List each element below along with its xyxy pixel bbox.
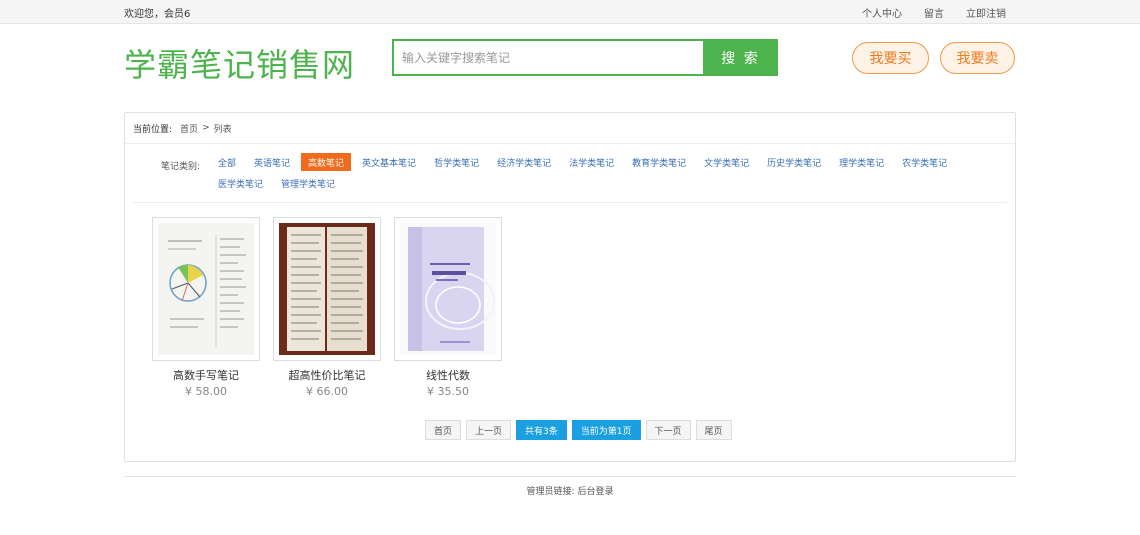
category-english[interactable]: 英语笔记 [247, 153, 297, 171]
category-medicine[interactable]: 医学类笔记 [211, 174, 270, 192]
category-agriculture[interactable]: 农学类笔记 [895, 153, 954, 171]
personal-center-link[interactable]: 个人中心 [862, 5, 902, 20]
search-bar: 输入关键字搜索笔记 搜 索 [392, 39, 778, 76]
textbook-cover-image [400, 223, 496, 355]
total-count-badge: 共有3条 [516, 420, 567, 440]
product-card[interactable]: 超高性价比笔记 ¥ 66.00 [273, 217, 381, 398]
message-link[interactable]: 留言 [924, 5, 944, 20]
product-image[interactable] [152, 217, 260, 361]
breadcrumb-current: 列表 [213, 124, 232, 135]
product-price: ¥ 58.00 [185, 385, 227, 398]
category-english-basic[interactable]: 英文基本笔记 [355, 153, 423, 171]
handwritten-notes-image [158, 223, 254, 355]
list-panel: 当前位置: 首页 > 列表 笔记类别: 全部 英语笔记 高数笔记 英文基本笔记 … [124, 112, 1016, 462]
search-button[interactable]: 搜 索 [703, 39, 778, 76]
product-image[interactable] [394, 217, 502, 361]
category-advanced-math[interactable]: 高数笔记 [301, 153, 352, 171]
top-bar: 欢迎您，会员6 个人中心 留言 立即注销 [0, 0, 1140, 24]
notebook-photo-image [279, 223, 375, 355]
divider [133, 202, 1007, 203]
welcome-text: 欢迎您，会员6 [124, 8, 191, 20]
category-list: 全部 英语笔记 高数笔记 英文基本笔记 哲学类笔记 经济学类笔记 法学类笔记 教… [211, 153, 991, 192]
header: 学霸笔记销售网 输入关键字搜索笔记 搜 索 我要买 我要卖 [0, 24, 1140, 112]
category-management[interactable]: 管理学类笔记 [274, 174, 342, 192]
category-history[interactable]: 历史学类笔记 [760, 153, 828, 171]
current-page-badge: 当前为第1页 [571, 420, 641, 440]
footer-admin-link[interactable]: 管理员链接: 后台登录 [124, 484, 1016, 497]
breadcrumb: 当前位置: 首页 > 列表 [125, 113, 1015, 144]
category-law[interactable]: 法学类笔记 [562, 153, 621, 171]
product-card[interactable]: 高数手写笔记 ¥ 58.00 [152, 217, 260, 398]
pagination: 首页 上一页 共有3条 当前为第1页 下一页 尾页 [425, 420, 732, 440]
breadcrumb-separator: > [202, 123, 210, 133]
product-price: ¥ 35.50 [427, 385, 469, 398]
category-science[interactable]: 理学类笔记 [832, 153, 891, 171]
next-page-button[interactable]: 下一页 [645, 420, 691, 440]
breadcrumb-label: 当前位置: [133, 124, 173, 135]
category-economics[interactable]: 经济学类笔记 [490, 153, 558, 171]
logout-link[interactable]: 立即注销 [966, 5, 1006, 20]
category-label: 笔记类别: [161, 162, 201, 172]
site-logo[interactable]: 学霸笔记销售网 [124, 40, 355, 86]
footer-divider [124, 476, 1016, 477]
product-name[interactable]: 线性代数 [394, 367, 502, 383]
product-card[interactable]: 线性代数 ¥ 35.50 [394, 217, 502, 398]
category-education[interactable]: 教育学类笔记 [625, 153, 693, 171]
search-input[interactable]: 输入关键字搜索笔记 [392, 39, 703, 76]
buy-button[interactable]: 我要买 [852, 42, 929, 74]
last-page-button[interactable]: 尾页 [695, 420, 732, 440]
product-image[interactable] [273, 217, 381, 361]
category-literature[interactable]: 文学类笔记 [697, 153, 756, 171]
product-price: ¥ 66.00 [306, 385, 348, 398]
sell-button[interactable]: 我要卖 [940, 42, 1015, 74]
category-philosophy[interactable]: 哲学类笔记 [427, 153, 486, 171]
breadcrumb-home[interactable]: 首页 [180, 122, 198, 135]
product-name[interactable]: 高数手写笔记 [152, 367, 260, 383]
product-name[interactable]: 超高性价比笔记 [273, 367, 381, 383]
category-all[interactable]: 全部 [211, 153, 243, 171]
prev-page-button[interactable]: 上一页 [466, 420, 512, 440]
first-page-button[interactable]: 首页 [425, 420, 462, 440]
